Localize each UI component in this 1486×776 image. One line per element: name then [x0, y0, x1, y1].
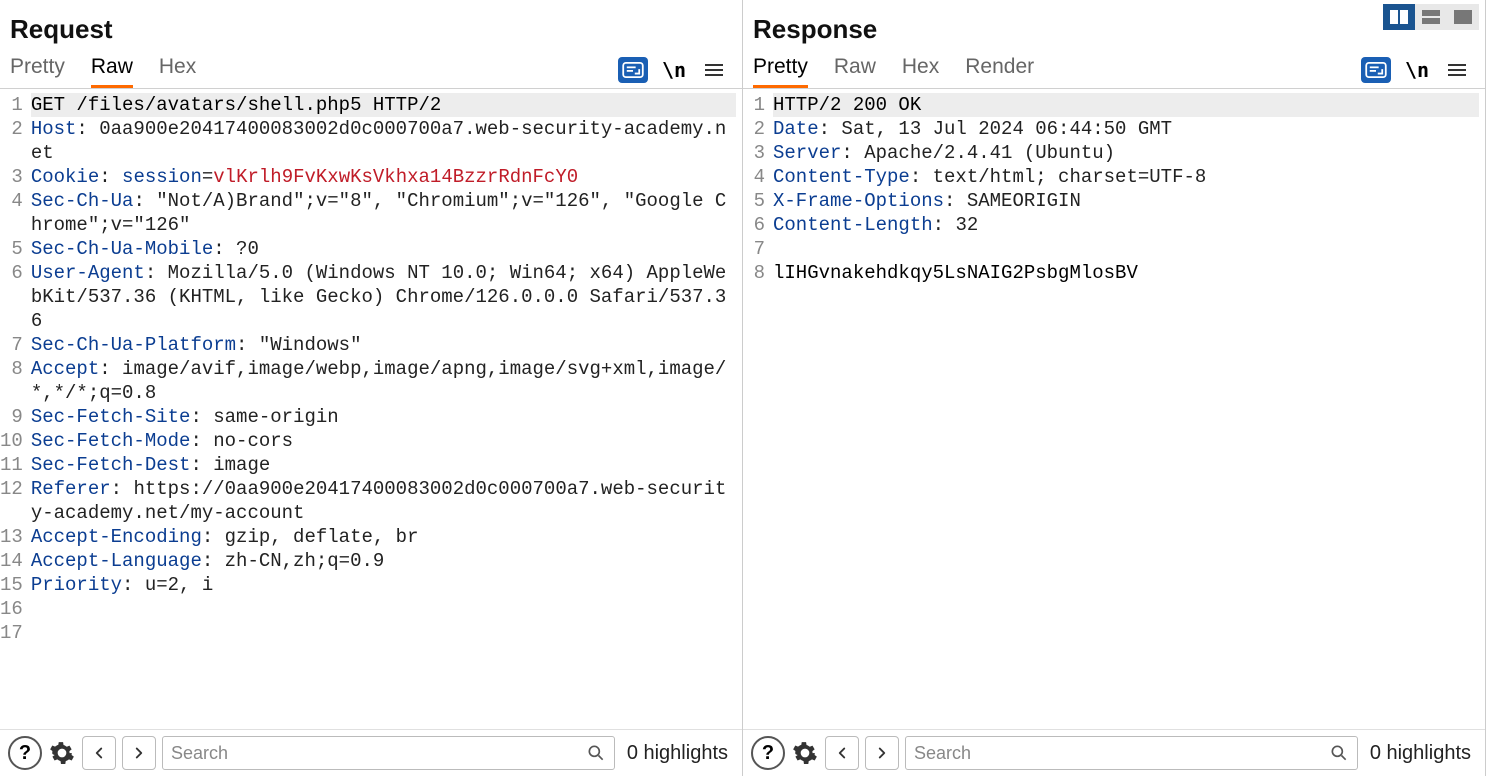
next-match-button[interactable] [122, 736, 156, 770]
tab-hex[interactable]: Hex [902, 51, 939, 88]
code-line: Referer: https://0aa900e20417400083002d0… [31, 477, 736, 525]
tab-hex[interactable]: Hex [159, 51, 196, 88]
help-button[interactable]: ? [8, 736, 42, 770]
code-line [31, 621, 736, 645]
response-highlights-count: 0 highlights [1364, 742, 1477, 765]
response-tabs-row: Pretty Raw Hex Render \n [743, 51, 1485, 89]
code-line: Priority: u=2, i [31, 573, 736, 597]
request-highlights-count: 0 highlights [621, 742, 734, 765]
hamburger-menu-icon[interactable] [1443, 56, 1471, 84]
search-icon [586, 743, 606, 763]
code-line: Accept-Language: zh-CN,zh;q=0.9 [31, 549, 736, 573]
show-newlines-icon[interactable]: \n [660, 56, 688, 84]
next-match-button[interactable] [865, 736, 899, 770]
response-title: Response [743, 0, 1485, 51]
layout-rows-icon[interactable] [1415, 4, 1447, 30]
code-line: User-Agent: Mozilla/5.0 (Windows NT 10.0… [31, 261, 736, 333]
response-pane: Response Pretty Raw Hex Render \n 12345678 … [743, 0, 1486, 776]
hamburger-menu-icon[interactable] [700, 56, 728, 84]
request-editor[interactable]: 1234567891011121314151617 GET /files/ava… [0, 89, 742, 729]
response-search-input[interactable] [914, 743, 1329, 764]
layout-toggle [1383, 4, 1479, 30]
search-icon [1329, 743, 1349, 763]
tab-render[interactable]: Render [965, 51, 1034, 88]
tab-raw[interactable]: Raw [91, 51, 133, 88]
tab-pretty[interactable]: Pretty [753, 51, 808, 88]
tab-pretty[interactable]: Pretty [10, 51, 65, 88]
tab-raw[interactable]: Raw [834, 51, 876, 88]
code-line [31, 597, 736, 621]
code-line: Content-Type: text/html; charset=UTF-8 [773, 165, 1479, 189]
prev-match-button[interactable] [825, 736, 859, 770]
code-line: Sec-Ch-Ua-Platform: "Windows" [31, 333, 736, 357]
code-line: Content-Length: 32 [773, 213, 1479, 237]
help-button[interactable]: ? [751, 736, 785, 770]
request-title: Request [0, 0, 742, 51]
code-line: X-Frame-Options: SAMEORIGIN [773, 189, 1479, 213]
code-line: Cookie: session=vlKrlh9FvKxwKsVkhxa14Bzz… [31, 165, 736, 189]
code-line: Sec-Ch-Ua-Mobile: ?0 [31, 237, 736, 261]
prev-match-button[interactable] [82, 736, 116, 770]
code-line: Sec-Fetch-Site: same-origin [31, 405, 736, 429]
code-line: HTTP/2 200 OK [773, 93, 1479, 117]
response-actions-icon[interactable] [1361, 57, 1391, 83]
code-line: Sec-Fetch-Dest: image [31, 453, 736, 477]
request-search-box[interactable] [162, 736, 615, 770]
response-bottom-bar: ? 0 highlights [743, 729, 1485, 776]
layout-single-icon[interactable] [1447, 4, 1479, 30]
response-search-box[interactable] [905, 736, 1358, 770]
code-line: Accept: image/avif,image/webp,image/apng… [31, 357, 736, 405]
request-pane: Request Pretty Raw Hex \n 1234567891011121… [0, 0, 743, 776]
code-line: Sec-Fetch-Mode: no-cors [31, 429, 736, 453]
code-line: Accept-Encoding: gzip, deflate, br [31, 525, 736, 549]
settings-gear-icon[interactable] [48, 739, 76, 767]
request-search-input[interactable] [171, 743, 586, 764]
response-editor[interactable]: 12345678 HTTP/2 200 OKDate: Sat, 13 Jul … [743, 89, 1485, 729]
code-line [773, 237, 1479, 261]
show-newlines-icon[interactable]: \n [1403, 56, 1431, 84]
code-line: Server: Apache/2.4.41 (Ubuntu) [773, 141, 1479, 165]
code-line: Sec-Ch-Ua: "Not/A)Brand";v="8", "Chromiu… [31, 189, 736, 237]
code-line: Host: 0aa900e20417400083002d0c000700a7.w… [31, 117, 736, 165]
code-line: GET /files/avatars/shell.php5 HTTP/2 [31, 93, 736, 117]
code-line: lIHGvnakehdkqy5LsNAIG2PsbgMlosBV [773, 261, 1479, 285]
layout-columns-icon[interactable] [1383, 4, 1415, 30]
settings-gear-icon[interactable] [791, 739, 819, 767]
code-line: Date: Sat, 13 Jul 2024 06:44:50 GMT [773, 117, 1479, 141]
request-tabs-row: Pretty Raw Hex \n [0, 51, 742, 89]
request-actions-icon[interactable] [618, 57, 648, 83]
request-bottom-bar: ? 0 highlights [0, 729, 742, 776]
